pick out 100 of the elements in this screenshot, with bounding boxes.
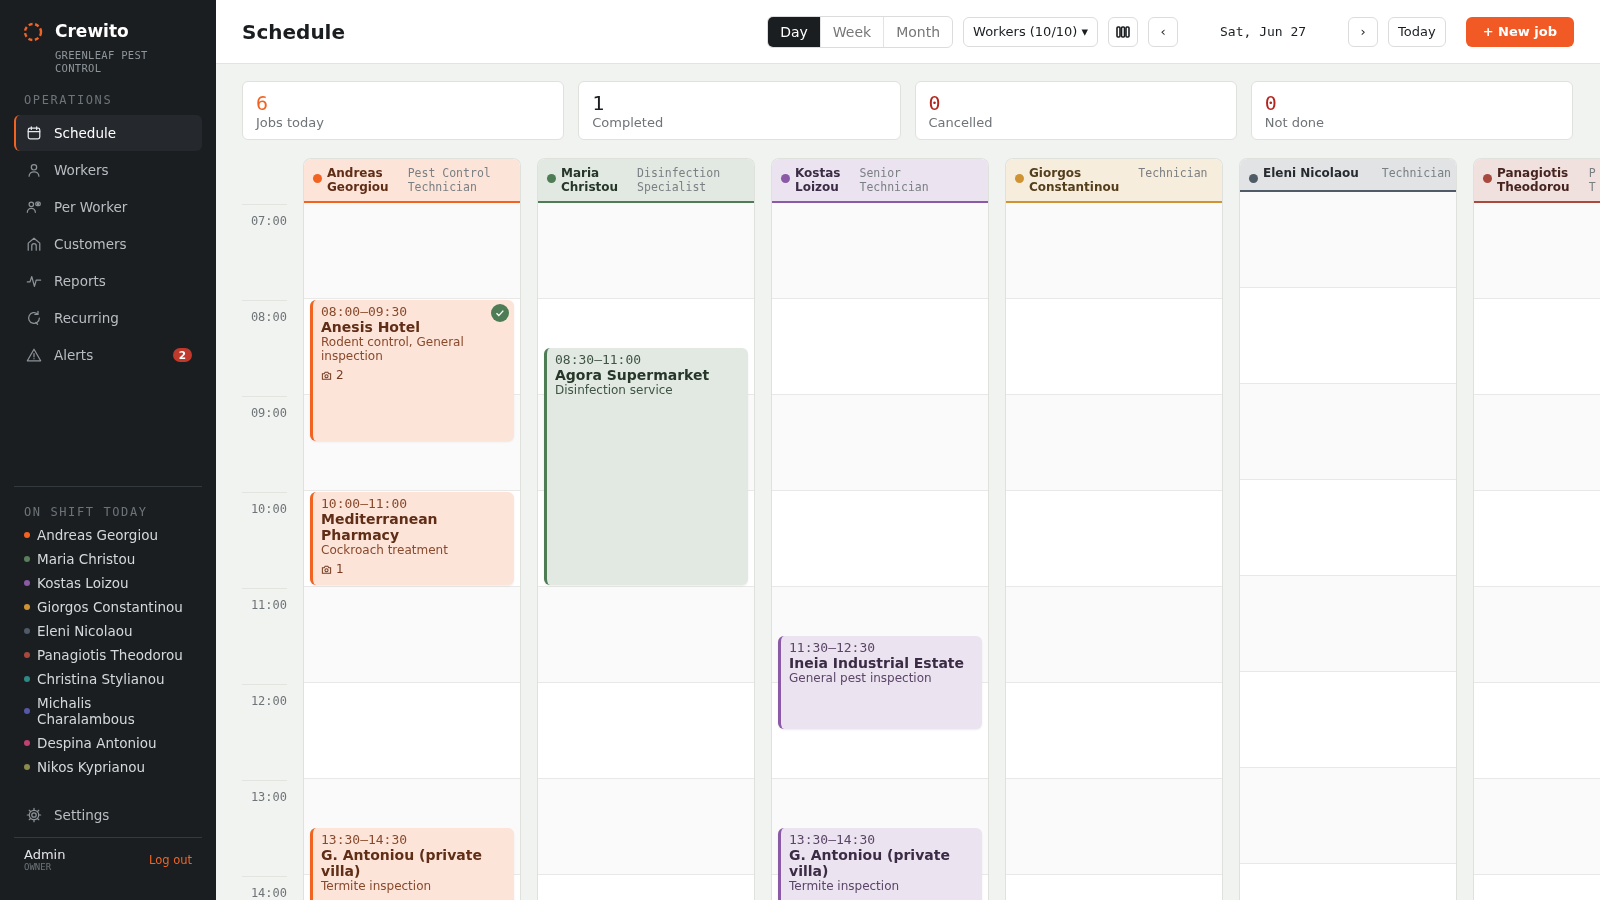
section-label: ON SHIFT TODAY [23,505,149,519]
section-label: OPERATIONS [23,93,114,107]
people-icon [26,199,42,215]
job-title: G. Antoniou (private villa) [321,847,483,879]
hour-label: 10:00 [249,501,287,516]
company-name: GREENLEAF PEST CONTROL [55,49,149,75]
job-title: Agora Supermarket [555,367,711,383]
photo-count: 1 [336,562,344,576]
stat-label: Cancelled [928,115,994,130]
columns-view-button[interactable] [1108,16,1139,47]
job-time: 08:30–11:00 [555,352,643,367]
person-icon [26,162,42,178]
hour-label: 14:00 [249,885,287,900]
previous-button[interactable]: ‹ [1148,16,1179,47]
worker-role: Disinfection Specialist [637,166,722,194]
view-tab[interactable]: Day [768,16,820,47]
job-card[interactable]: 11:30–12:30 Ineia Industrial Estate General pest inspection [778,636,982,729]
job-time: 13:30–14:30 [321,832,409,847]
camera-icon [321,369,332,381]
worker-name: Kostas Loizou [795,166,841,194]
worker-role: Pest Control Technician [407,166,492,194]
sidebar-item[interactable]: Workers [14,152,202,188]
job-service: General pest inspection [789,671,933,685]
worker-name: Panagiotis Theodorou [37,647,184,663]
sidebar-item[interactable]: Per Worker [14,189,202,225]
current-date: Sat, Jun 27 [1219,24,1308,39]
worker-name: Nikos Kyprianou [37,759,147,775]
user-name: Admin [24,847,67,862]
worker-role: Technician [1138,166,1208,180]
worker-name: Andreas Georgiou [327,166,389,194]
workers-dropdown[interactable]: Workers (10/10) ▾ [963,16,1099,47]
settings-icon [26,807,42,823]
photo-count: 2 [336,368,344,382]
page-title: Schedule [242,19,347,44]
hour-label: 08:00 [249,309,287,324]
sidebar-item[interactable]: Customers [14,226,202,262]
pulse-icon [26,273,42,289]
job-title: Mediterranean Pharmacy [321,511,439,543]
worker-role: Senior Technician [859,166,930,194]
sidebar-item[interactable]: Alerts 2 [14,337,202,373]
view-tab[interactable]: Month [883,16,953,47]
camera-icon [321,563,332,575]
job-title: G. Antoniou (private villa) [789,847,951,879]
sidebar-item[interactable]: Settings [14,797,202,833]
stat-label: Jobs today [256,115,325,130]
job-card[interactable]: 13:30–14:30 G. Antoniou (private villa) Termite inspection [778,828,982,900]
job-service: Disinfection service [555,383,674,397]
worker-name: Despina Antoniou [37,735,158,751]
worker-name: Eleni Nicolaou [1263,166,1360,180]
worker-name: Andreas Georgiou [37,527,159,543]
worker-name: Eleni Nicolaou [37,623,134,639]
hour-label: 13:00 [249,789,287,804]
job-title: Anesis Hotel [321,319,421,335]
stat-value: 0 [928,91,942,115]
job-card[interactable]: 08:00–09:30 Anesis Hotel Rodent control, General inspection 2 [310,300,514,441]
calendar-icon [26,125,42,141]
house-icon [26,236,42,252]
stat-value: 0 [1264,91,1278,115]
worker-role: Technician [1381,166,1451,180]
worker-name: Panagiotis Theodorou [1497,166,1570,194]
stat-value: 1 [592,91,606,115]
stat-label: Not done [1264,115,1326,130]
today-button[interactable]: Today [1388,16,1446,47]
hour-label: 09:00 [249,405,287,420]
worker-name: Michalis Charalambous [37,695,136,727]
hour-label: 07:00 [249,213,287,228]
worker-name: Kostas Loizou [37,575,130,591]
job-title: Ineia Industrial Estate [789,655,966,671]
job-service: Cockroach treatment [321,543,449,557]
stat-label: Completed [592,115,665,130]
worker-name: Maria Christou [561,166,619,194]
user-role: OWNER [24,862,53,872]
job-card[interactable]: 10:00–11:00 Mediterranean Pharmacy Cockroach treatment 1 [310,492,514,585]
job-time: 10:00–11:00 [321,496,409,511]
job-service: Termite inspection [321,879,433,893]
worker-name: Christina Stylianou [37,671,166,687]
next-button[interactable]: › [1348,16,1379,47]
sidebar-item[interactable]: Reports [14,263,202,299]
job-time: 08:00–09:30 [321,304,409,319]
hour-label: 11:00 [249,597,287,612]
worker-role: P T [1588,166,1596,194]
job-time: 11:30–12:30 [789,640,877,655]
refresh-icon [26,310,42,326]
worker-name: Maria Christou [37,551,137,567]
sidebar-item[interactable]: Recurring [14,300,202,336]
logout-link[interactable]: Log out [148,852,192,867]
view-tab[interactable]: Week [819,16,884,47]
worker-name: Giorgos Constantinou [1029,166,1120,194]
stat-value: 6 [256,91,270,115]
dashed-ring-logo-icon [23,22,43,42]
job-service: Termite inspection [789,879,901,893]
job-card[interactable]: 13:30–14:30 G. Antoniou (private villa) Termite inspection [310,828,514,900]
sidebar-item[interactable]: Schedule [14,115,202,151]
job-time: 13:30–14:30 [789,832,877,847]
worker-name: Giorgos Constantinou [37,599,184,615]
count-badge: 2 [172,348,192,362]
job-card[interactable]: 08:30–11:00 Agora Supermarket Disinfection service [544,348,748,585]
hour-label: 12:00 [249,693,287,708]
job-service: Rodent control, General inspection [321,335,465,363]
columns-icon [1116,24,1131,39]
